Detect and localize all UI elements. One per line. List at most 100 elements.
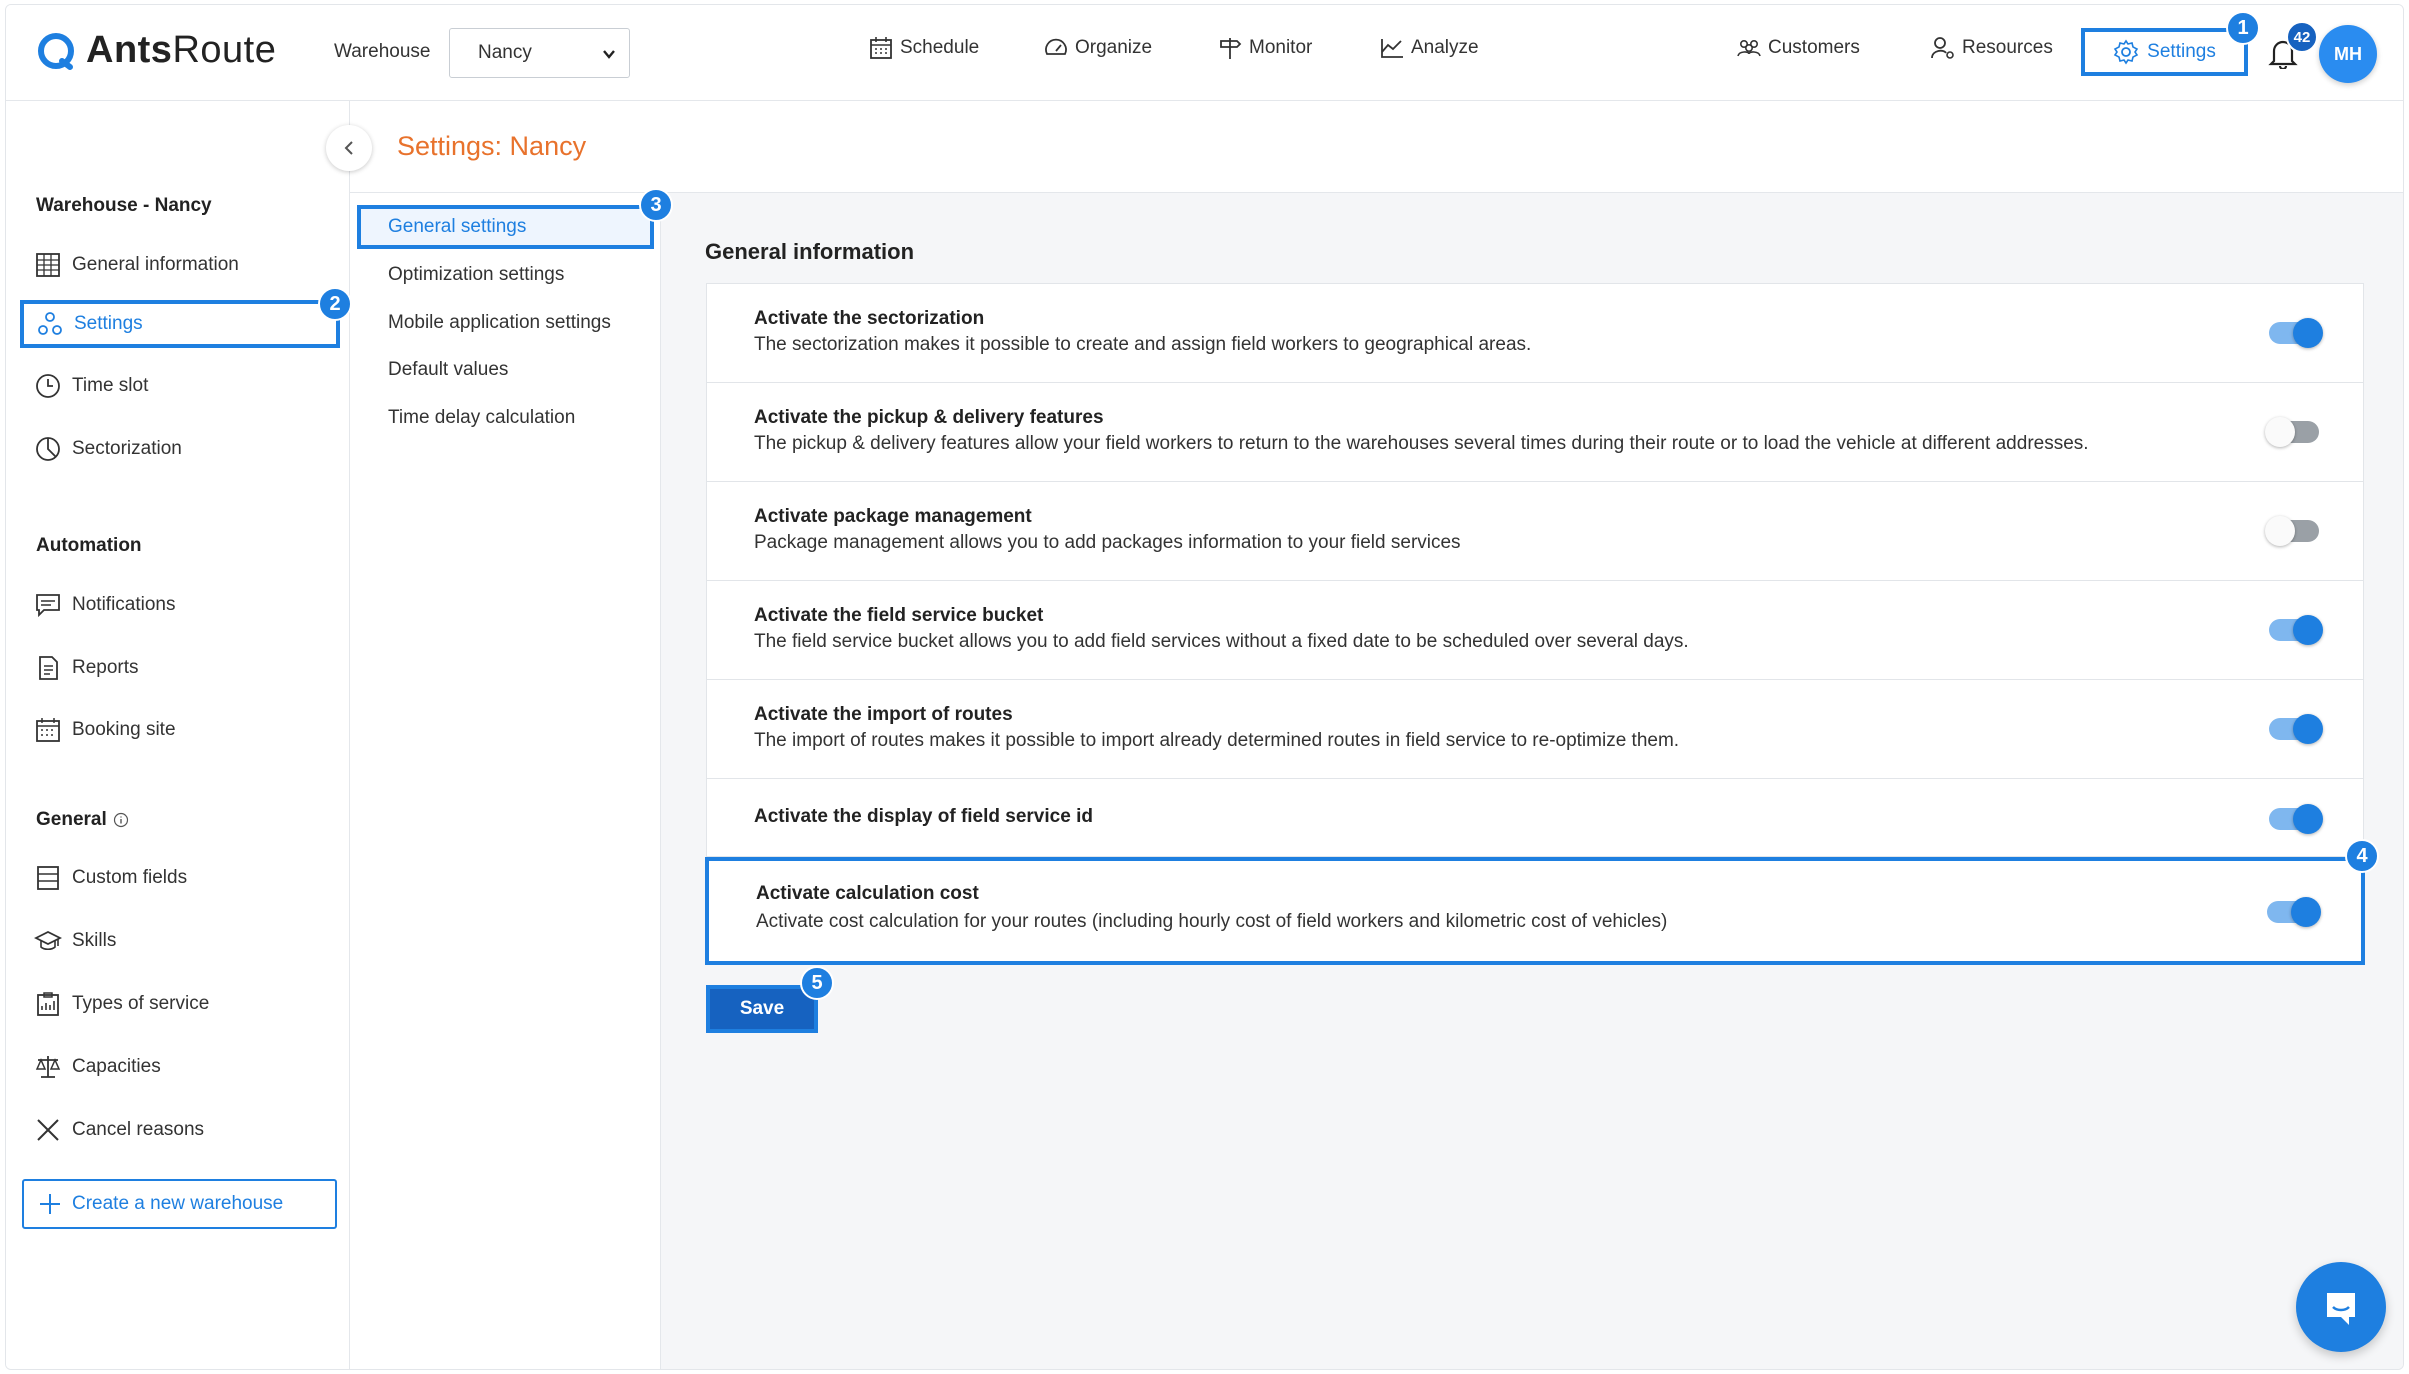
setting-description: The pickup & delivery features allow you… <box>754 433 2089 454</box>
toggle-knob <box>2293 804 2323 834</box>
nav-analyze[interactable]: Analyze <box>1379 35 1479 61</box>
nav-resources[interactable]: Resources <box>1930 35 2053 61</box>
avatar[interactable]: MH <box>2319 25 2377 83</box>
sidebar-item-reports[interactable]: Reports <box>34 648 139 688</box>
app-window: AntsRoute Warehouse Nancy Schedule Organ… <box>5 4 2404 1370</box>
signpost-icon <box>1220 38 1242 59</box>
warehouse-select-value: Nancy <box>478 42 532 63</box>
nav-schedule[interactable]: Schedule <box>868 35 979 61</box>
setting-title: Activate the field service bucket <box>754 605 1044 626</box>
setting-toggle[interactable] <box>2265 516 2319 546</box>
warehouse-select[interactable]: Nancy <box>449 28 630 78</box>
settings-main-panel: General information Activate the sectori… <box>661 193 2403 1369</box>
setting-toggle[interactable] <box>2269 714 2323 744</box>
sidebar-item-skills[interactable]: Skills <box>34 921 116 961</box>
setting-toggle[interactable] <box>2269 318 2323 348</box>
nav-customers[interactable]: Customers <box>1736 35 1860 61</box>
nav-organize[interactable]: Organize <box>1043 35 1152 61</box>
setting-title: Activate the pickup & delivery features <box>754 407 1104 428</box>
sidebar-item-label: Time slot <box>72 375 149 396</box>
page-title: Settings: Nancy <box>397 131 587 161</box>
logo[interactable]: AntsRoute <box>36 29 276 72</box>
toggle-knob <box>2291 897 2321 927</box>
toggle-knob <box>2293 318 2323 348</box>
sidebar-item-types-of-service[interactable]: Types of service <box>34 984 209 1024</box>
sidebar-item-settings[interactable]: Settings <box>20 300 340 348</box>
grid-icon <box>36 253 60 277</box>
nodes-icon <box>38 312 62 335</box>
sidebar-item-label: General information <box>72 254 239 275</box>
chat-icon <box>2327 1293 2355 1325</box>
pie-icon <box>36 437 60 461</box>
notification-count-badge: 42 <box>2286 21 2318 53</box>
create-warehouse-button[interactable]: Create a new warehouse <box>22 1179 337 1229</box>
nav-label: Schedule <box>900 37 980 58</box>
sidebar-section-warehouse: Warehouse - Nancy <box>36 195 212 216</box>
chevron-left-icon <box>344 141 353 155</box>
sidebar-item-label: Cancel reasons <box>72 1119 205 1140</box>
sidebar-item-label: Notifications <box>72 594 176 615</box>
setting-row-sectorization: Activate the sectorization The sectoriza… <box>707 284 2363 383</box>
close-icon <box>37 1119 59 1141</box>
setting-description: The sectorization makes it possible to c… <box>754 334 1532 355</box>
sidebar-item-label: Settings <box>74 313 143 334</box>
sidebar-item-capacities[interactable]: Capacities <box>34 1047 161 1087</box>
sidebar-item-label: Capacities <box>72 1056 161 1077</box>
step-marker-3: 3 <box>639 188 673 222</box>
sidebar-item-label: Custom fields <box>72 867 188 888</box>
info-icon[interactable] <box>113 812 129 828</box>
nav-monitor[interactable]: Monitor <box>1217 35 1312 61</box>
nav-label: Analyze <box>1411 37 1479 58</box>
users-icon <box>1737 40 1761 57</box>
sidebar-item-sectorization[interactable]: Sectorization <box>34 429 182 469</box>
logo-icon <box>38 32 74 70</box>
sidebar-item-label: Reports <box>72 657 139 678</box>
setting-toggle[interactable] <box>2269 804 2323 834</box>
sidebar-item-label: Types of service <box>72 993 210 1014</box>
submenu-item-optimization-settings[interactable]: Optimization settings <box>388 264 564 286</box>
setting-row-pickup-delivery: Activate the pickup & delivery features … <box>707 383 2363 482</box>
nav-settings[interactable]: Settings <box>2081 28 2248 76</box>
setting-title: Activate the import of routes <box>754 704 1013 725</box>
sidebar-item-time-slot[interactable]: Time slot <box>34 366 148 406</box>
warehouse-label: Warehouse <box>334 41 431 62</box>
section-title: General information <box>705 239 915 264</box>
setting-row-import-routes: Activate the import of routes The import… <box>707 680 2363 779</box>
sidebar-item-notifications[interactable]: Notifications <box>34 585 176 625</box>
toggle-knob <box>2293 714 2323 744</box>
setting-row-field-service-bucket: Activate the field service bucket The fi… <box>707 581 2363 680</box>
user-gear-icon <box>1931 37 1954 59</box>
sidebar-item-custom-fields[interactable]: Custom fields <box>34 858 187 898</box>
document-icon <box>39 656 58 680</box>
setting-row-package-management: Activate package management Package mana… <box>707 482 2363 581</box>
sidebar-item-cancel-reasons[interactable]: Cancel reasons <box>34 1110 204 1150</box>
nav-label: Resources <box>1962 37 2053 58</box>
submenu-item-mobile-application-settings[interactable]: Mobile application settings <box>388 312 611 334</box>
sidebar-section-general: General <box>36 809 129 831</box>
setting-toggle[interactable] <box>2265 417 2319 447</box>
sidebar-item-general-information[interactable]: General information <box>34 245 239 285</box>
nav-label: Monitor <box>1249 37 1313 58</box>
sidebar-item-booking-site[interactable]: Booking site <box>34 710 176 750</box>
sidebar-item-label: Sectorization <box>72 438 182 459</box>
scale-icon <box>35 1056 61 1078</box>
setting-toggle[interactable] <box>2269 615 2323 645</box>
save-button[interactable]: Save <box>706 985 818 1033</box>
chat-support-button[interactable] <box>2296 1262 2386 1352</box>
setting-row-field-service-id: Activate the display of field service id <box>707 779 2363 857</box>
gauge-icon <box>1045 38 1067 55</box>
step-marker-5: 5 <box>800 966 834 1000</box>
submenu-item-default-values[interactable]: Default values <box>388 359 508 381</box>
setting-title: Activate the display of field service id <box>754 806 1093 827</box>
collapse-sidebar-button[interactable] <box>326 125 372 171</box>
setting-toggle[interactable] <box>2267 897 2321 927</box>
toggle-knob <box>2265 516 2295 546</box>
setting-description: Activate cost calculation for your route… <box>756 911 1668 932</box>
sidebar-section-general-label: General <box>36 809 107 830</box>
step-marker-2: 2 <box>318 287 352 321</box>
submenu-item-general-settings[interactable]: General settings <box>357 205 654 249</box>
submenu-item-time-delay-calculation[interactable]: Time delay calculation <box>388 407 575 429</box>
create-warehouse-label: Create a new warehouse <box>72 1193 284 1214</box>
toggle-knob <box>2293 615 2323 645</box>
setting-description: Package management allows you to add pac… <box>754 532 1461 553</box>
